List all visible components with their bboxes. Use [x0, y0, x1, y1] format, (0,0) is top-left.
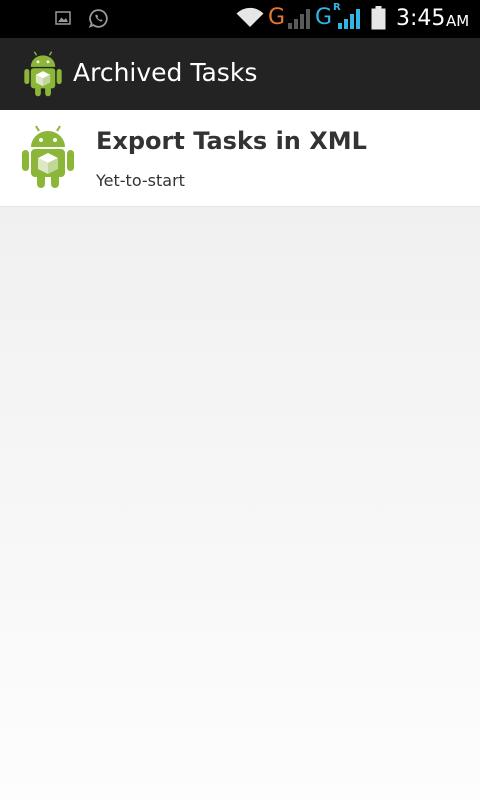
network-type-2: G — [315, 5, 333, 30]
task-title: Export Tasks in XML — [96, 127, 367, 155]
list-item[interactable]: Export Tasks in XML Yet-to-start — [0, 110, 480, 207]
task-status: Yet-to-start — [96, 171, 185, 190]
battery-icon — [371, 6, 386, 30]
page-title: Archived Tasks — [73, 58, 258, 87]
android-app-icon[interactable] — [22, 51, 64, 97]
clock-time: 3:45 — [396, 6, 446, 31]
action-bar: Archived Tasks — [0, 38, 480, 110]
clock-ampm: AM — [446, 12, 470, 30]
android-app-icon — [22, 125, 74, 188]
signal-icon — [338, 9, 360, 29]
gallery-icon — [55, 11, 71, 25]
whatsapp-icon — [88, 9, 108, 29]
task-list: Export Tasks in XML Yet-to-start — [0, 110, 480, 207]
signal-icon — [288, 9, 310, 29]
wifi-icon — [236, 7, 264, 27]
network-type-1: G — [268, 5, 286, 30]
status-bar: G G R 3:45 AM — [0, 0, 480, 38]
